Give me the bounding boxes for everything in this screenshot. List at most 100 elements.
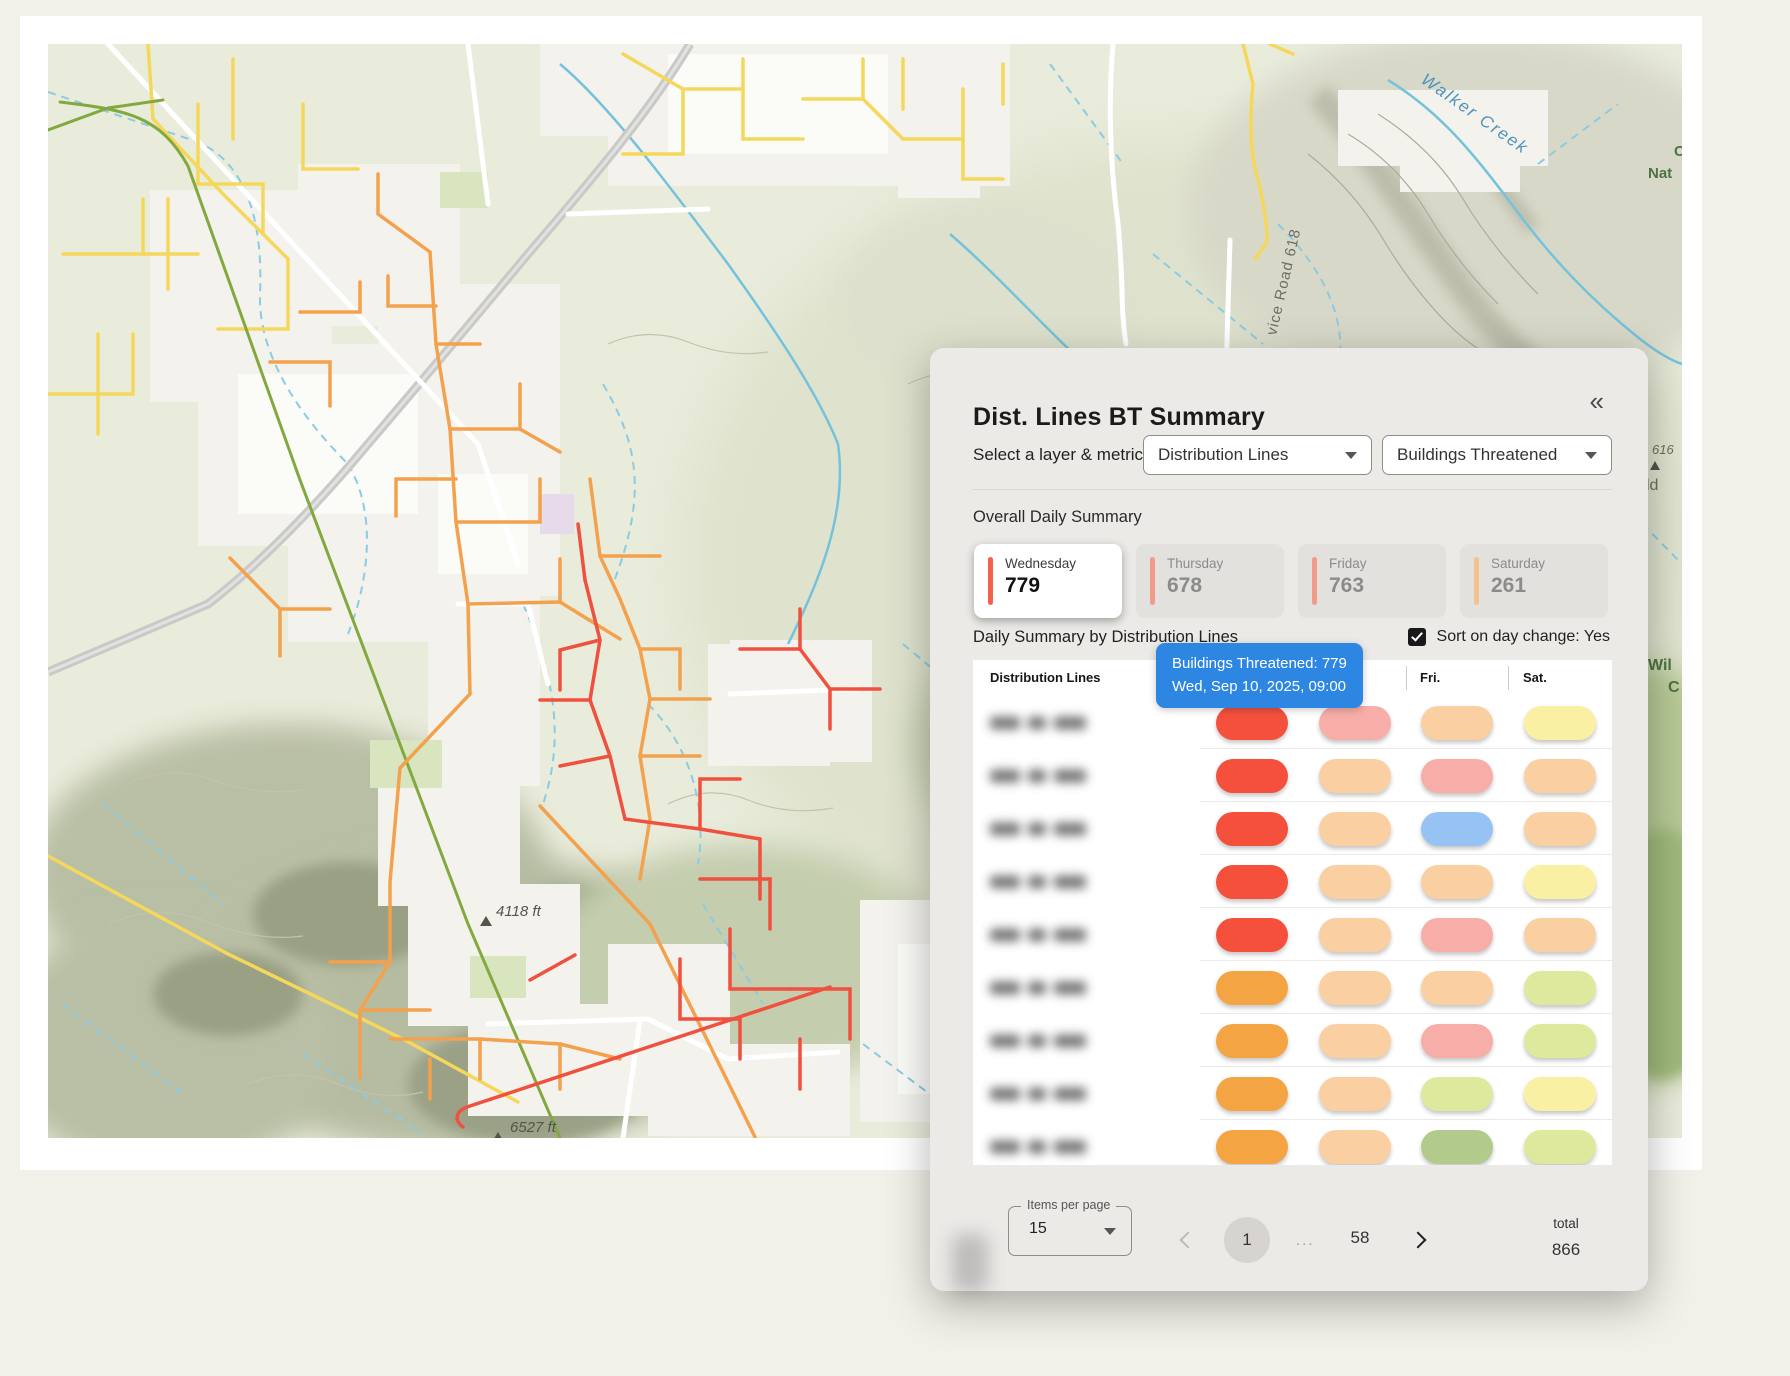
- day-card-value: 261: [1491, 574, 1545, 598]
- divider: [973, 489, 1612, 490]
- collapse-panel-icon[interactable]: «: [1590, 388, 1604, 414]
- day-card-wednesday[interactable]: Wednesday 779: [974, 544, 1122, 618]
- value-pill[interactable]: [1524, 865, 1596, 899]
- forest-label-fragment-c: C: [1674, 143, 1682, 160]
- wilderness-fragment-c: C: [1668, 679, 1680, 696]
- chevron-down-icon: [1585, 452, 1597, 459]
- value-pill[interactable]: [1216, 1130, 1288, 1164]
- day-card-list: Wednesday 779 Thursday 678 Friday 763 Sa…: [974, 544, 1608, 618]
- value-pill[interactable]: [1319, 865, 1391, 899]
- value-pill[interactable]: [1421, 759, 1493, 793]
- table-row[interactable]: [973, 802, 1612, 855]
- page-ellipsis: ...: [1296, 1232, 1315, 1249]
- value-pill[interactable]: [1319, 1077, 1391, 1111]
- table-row[interactable]: [973, 1120, 1612, 1165]
- table-row[interactable]: [973, 855, 1612, 908]
- redacted-line-name: [990, 981, 1086, 994]
- value-pill[interactable]: [1421, 865, 1493, 899]
- value-pill[interactable]: [1421, 971, 1493, 1005]
- redacted-line-name: [990, 1087, 1086, 1100]
- value-pill[interactable]: [1421, 1024, 1493, 1058]
- chevron-left-icon: [1180, 1232, 1197, 1249]
- day-card-label: Wednesday: [1005, 556, 1076, 571]
- metric-select[interactable]: Buildings Threatened: [1382, 435, 1612, 475]
- chevron-right-icon: [1410, 1232, 1427, 1249]
- wilderness-fragment: Wil: [1648, 657, 1672, 674]
- value-pill[interactable]: [1216, 1077, 1288, 1111]
- panel-title: Dist. Lines BT Summary: [973, 403, 1265, 432]
- layer-select-value: Distribution Lines: [1158, 445, 1288, 465]
- table-row[interactable]: [973, 1014, 1612, 1067]
- table-row[interactable]: [973, 908, 1612, 961]
- value-pill[interactable]: [1319, 1024, 1391, 1058]
- column-separator: [1406, 666, 1407, 690]
- redacted-line-name: [990, 928, 1086, 941]
- layer-select[interactable]: Distribution Lines: [1143, 435, 1372, 475]
- redacted-line-name: [990, 1034, 1086, 1047]
- page-background: Walker Creek vice Road 618 C Nat 616 ld …: [0, 0, 1790, 1376]
- value-pill[interactable]: [1524, 1130, 1596, 1164]
- value-pill[interactable]: [1319, 971, 1391, 1005]
- value-pill[interactable]: [1421, 918, 1493, 952]
- redacted-line-name: [990, 769, 1086, 782]
- day-card-friday[interactable]: Friday 763: [1298, 544, 1446, 618]
- value-pill[interactable]: [1319, 918, 1391, 952]
- value-pill[interactable]: [1319, 812, 1391, 846]
- items-per-page-label: Items per page: [1021, 1198, 1116, 1212]
- table-row[interactable]: [973, 749, 1612, 802]
- elevation-fragment: 616: [1652, 442, 1674, 457]
- checkbox-checked-icon[interactable]: [1408, 628, 1426, 646]
- value-pill[interactable]: [1319, 706, 1391, 740]
- value-pill[interactable]: [1421, 1130, 1493, 1164]
- tooltip-metric-line: Buildings Threatened: 779: [1172, 652, 1347, 675]
- value-pill[interactable]: [1421, 706, 1493, 740]
- value-pill[interactable]: [1216, 865, 1288, 899]
- total-value: 866: [1535, 1240, 1597, 1260]
- table-row[interactable]: [973, 1067, 1612, 1120]
- value-pill[interactable]: [1319, 759, 1391, 793]
- day-card-saturday[interactable]: Saturday 261: [1460, 544, 1608, 618]
- value-pill[interactable]: [1524, 1024, 1596, 1058]
- blurred-artifact: [952, 1234, 988, 1292]
- day-card-value: 763: [1329, 574, 1367, 598]
- tooltip: Buildings Threatened: 779 Wed, Sep 10, 2…: [1156, 643, 1363, 708]
- value-pill[interactable]: [1216, 706, 1288, 740]
- day-card-label: Thursday: [1167, 556, 1223, 571]
- redacted-line-name: [990, 716, 1086, 729]
- redacted-line-name: [990, 875, 1086, 888]
- tooltip-date-line: Wed, Sep 10, 2025, 09:00: [1172, 675, 1347, 698]
- peak-label-4118: 4118 ft: [496, 903, 542, 920]
- day-card-value: 678: [1167, 574, 1223, 598]
- value-pill[interactable]: [1524, 759, 1596, 793]
- day-card-label: Saturday: [1491, 556, 1545, 571]
- value-pill[interactable]: [1524, 918, 1596, 952]
- column-header-day: Sat.: [1523, 660, 1547, 696]
- page-button-current[interactable]: 1: [1224, 1217, 1270, 1263]
- selector-label: Select a layer & metric:: [973, 435, 1148, 475]
- chevron-down-icon: [1345, 452, 1357, 459]
- value-pill[interactable]: [1216, 918, 1288, 952]
- sort-on-day-change-toggle[interactable]: Sort on day change: Yes: [1408, 624, 1610, 650]
- day-card-thursday[interactable]: Thursday 678: [1136, 544, 1284, 618]
- next-page-button[interactable]: [1412, 1234, 1424, 1249]
- items-per-page-select[interactable]: Items per page 15: [1008, 1206, 1132, 1256]
- page-button-last[interactable]: 58: [1342, 1228, 1378, 1248]
- value-pill[interactable]: [1421, 1077, 1493, 1111]
- redacted-line-name: [990, 1140, 1086, 1153]
- metric-select-value: Buildings Threatened: [1397, 445, 1557, 465]
- value-pill[interactable]: [1319, 1130, 1391, 1164]
- value-pill[interactable]: [1524, 812, 1596, 846]
- value-pill[interactable]: [1421, 812, 1493, 846]
- previous-page-button[interactable]: [1182, 1234, 1194, 1249]
- value-pill[interactable]: [1524, 1077, 1596, 1111]
- value-pill[interactable]: [1524, 706, 1596, 740]
- column-header-day: Fri.: [1420, 660, 1440, 696]
- table-row[interactable]: [973, 961, 1612, 1014]
- total-label: total: [1535, 1216, 1597, 1231]
- peak-label-6527: 6527 ft: [510, 1119, 557, 1136]
- value-pill[interactable]: [1216, 812, 1288, 846]
- value-pill[interactable]: [1216, 971, 1288, 1005]
- value-pill[interactable]: [1216, 1024, 1288, 1058]
- value-pill[interactable]: [1216, 759, 1288, 793]
- value-pill[interactable]: [1524, 971, 1596, 1005]
